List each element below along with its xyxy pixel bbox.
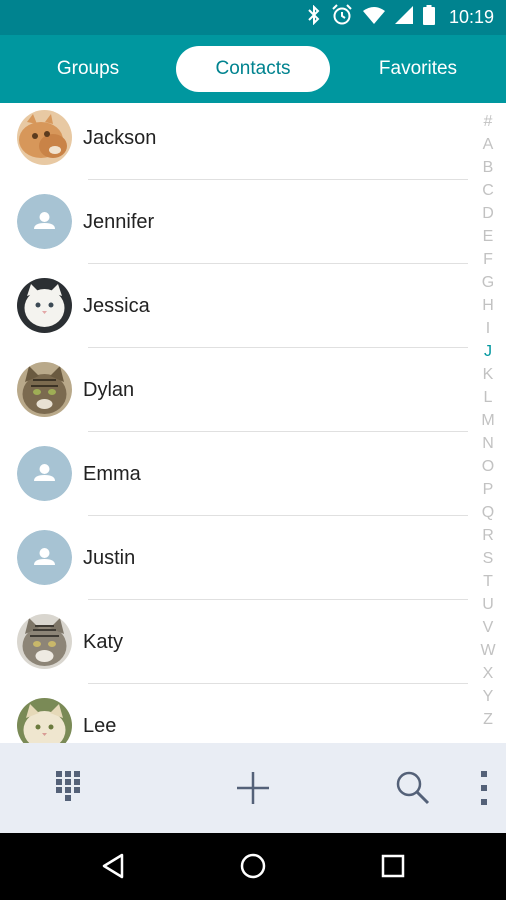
- index-letter[interactable]: K: [470, 363, 506, 386]
- tab-contacts[interactable]: Contacts: [176, 46, 330, 92]
- avatar: [17, 110, 72, 165]
- contact-name: Jackson: [83, 126, 157, 149]
- wifi-icon: [362, 6, 385, 29]
- index-letter[interactable]: A: [470, 133, 506, 156]
- status-time: 10:19: [448, 7, 494, 27]
- index-letter[interactable]: B: [470, 156, 506, 179]
- contact-row-lee[interactable]: Lee: [0, 684, 470, 743]
- tab-label: Contacts: [215, 58, 291, 79]
- index-letter[interactable]: E: [470, 225, 506, 248]
- index-letter[interactable]: C: [470, 179, 506, 202]
- avatar: [17, 278, 72, 333]
- contact-row-justin[interactable]: Justin: [0, 516, 470, 600]
- contact-name: Dylan: [83, 378, 135, 401]
- status-icons: 10:19: [307, 0, 494, 35]
- add-icon[interactable]: [228, 763, 278, 813]
- status-bar: 10:19: [0, 0, 506, 35]
- index-letter[interactable]: I: [470, 317, 506, 340]
- index-letter[interactable]: T: [470, 570, 506, 593]
- bottom-toolbar: [0, 743, 506, 833]
- index-letter[interactable]: X: [470, 662, 506, 685]
- tab-groups[interactable]: Groups: [38, 46, 138, 92]
- index-letter[interactable]: G: [470, 271, 506, 294]
- contact-list[interactable]: Jackson Jennifer Jessica Dylan Emma Just…: [0, 103, 470, 743]
- index-letter[interactable]: Z: [470, 708, 506, 731]
- search-icon[interactable]: [388, 763, 438, 813]
- avatar: [17, 362, 72, 417]
- index-letter[interactable]: L: [470, 386, 506, 409]
- index-letter[interactable]: V: [470, 616, 506, 639]
- recents-icon[interactable]: [368, 841, 418, 891]
- index-letter[interactable]: R: [470, 524, 506, 547]
- home-icon[interactable]: [228, 841, 278, 891]
- index-letter[interactable]: U: [470, 593, 506, 616]
- contact-name: Lee: [83, 714, 117, 737]
- index-letter[interactable]: Y: [470, 685, 506, 708]
- index-letter[interactable]: #: [470, 110, 506, 133]
- tab-label: Groups: [56, 58, 120, 79]
- avatar: [17, 698, 72, 743]
- index-letter[interactable]: P: [470, 478, 506, 501]
- more-vert-icon[interactable]: [466, 763, 502, 813]
- contact-name: Katy: [83, 630, 124, 653]
- contact-row-dylan[interactable]: Dylan: [0, 348, 470, 432]
- tab-label: Favorites: [378, 58, 458, 79]
- index-letter[interactable]: Q: [470, 501, 506, 524]
- index-letter[interactable]: N: [470, 432, 506, 455]
- system-nav-bar: [0, 833, 506, 900]
- contact-row-jennifer[interactable]: Jennifer: [0, 180, 470, 264]
- contact-name: Emma: [83, 462, 141, 485]
- alphabet-index[interactable]: # A B C D E F G H I J K L M N O P Q R S T U V W X Y Z: [470, 110, 506, 731]
- index-letter[interactable]: H: [470, 294, 506, 317]
- default-person-icon: [17, 446, 72, 501]
- tab-bar: Groups Contacts Favorites: [0, 35, 506, 103]
- dialpad-icon[interactable]: [45, 763, 95, 813]
- index-letter[interactable]: W: [470, 639, 506, 662]
- contact-row-emma[interactable]: Emma: [0, 432, 470, 516]
- contact-name: Justin: [83, 546, 136, 569]
- index-letter[interactable]: F: [470, 248, 506, 271]
- cellular-signal-icon: [394, 6, 413, 29]
- contact-name: Jessica: [83, 294, 150, 317]
- contact-name: Jennifer: [83, 210, 155, 233]
- index-letter[interactable]: S: [470, 547, 506, 570]
- back-icon[interactable]: [88, 841, 138, 891]
- battery-icon: [422, 5, 435, 30]
- index-letter[interactable]: O: [470, 455, 506, 478]
- bluetooth-icon: [307, 4, 321, 30]
- contact-row-katy[interactable]: Katy: [0, 600, 470, 684]
- avatar: [17, 614, 72, 669]
- index-letter[interactable]: J: [470, 340, 506, 363]
- default-person-icon: [17, 194, 72, 249]
- tab-favorites[interactable]: Favorites: [363, 46, 473, 92]
- contact-row-jackson[interactable]: Jackson: [0, 103, 470, 180]
- contact-row-jessica[interactable]: Jessica: [0, 264, 470, 348]
- alarm-icon: [331, 4, 353, 31]
- index-letter[interactable]: M: [470, 409, 506, 432]
- index-letter[interactable]: D: [470, 202, 506, 225]
- default-person-icon: [17, 530, 72, 585]
